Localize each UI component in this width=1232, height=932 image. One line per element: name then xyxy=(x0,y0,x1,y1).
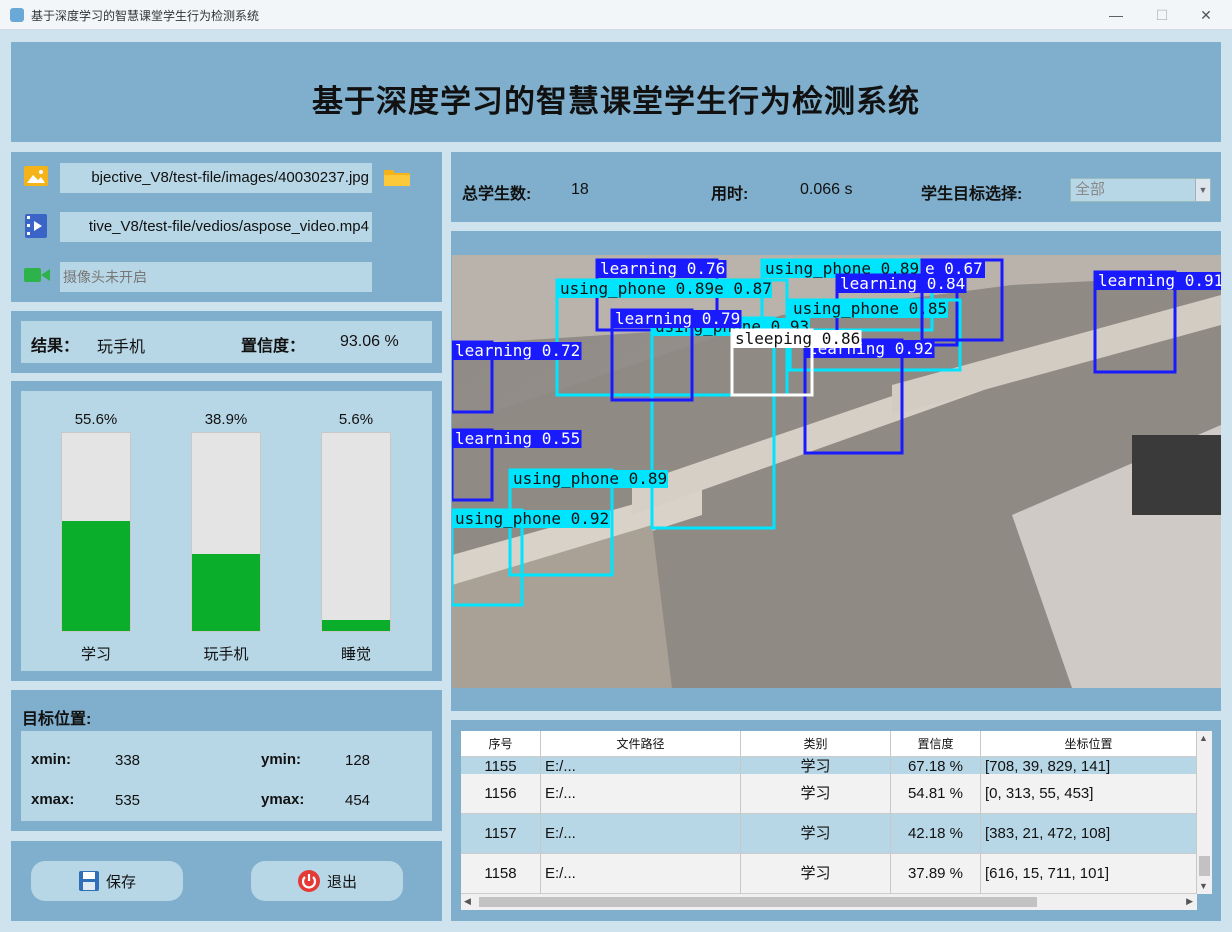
scroll-up-icon[interactable]: ▲ xyxy=(1199,733,1208,743)
result-value: 玩手机 xyxy=(97,339,146,356)
bar xyxy=(322,620,390,631)
target-select-value: 全部 xyxy=(1075,181,1106,198)
detection-label: learning 0.55 xyxy=(455,429,580,448)
bar-category-label: 玩手机 xyxy=(203,646,249,663)
table-vertical-scrollbar[interactable]: ▲ ▼ xyxy=(1197,731,1212,894)
detection-label: using_phone 0.89 xyxy=(513,469,667,488)
bar-value-label: 55.6% xyxy=(74,411,118,428)
detection-label: sleeping 0.86 xyxy=(735,329,860,348)
window-titlebar: 基于深度学习的智慧课堂学生行为检测系统 — ☐ ✕ xyxy=(0,0,1232,30)
confidence-value: 93.06 % xyxy=(340,333,399,350)
result-label: 结果： xyxy=(31,338,80,355)
total-students-value: 18 xyxy=(571,181,589,198)
detection-label: learning 0.76 xyxy=(600,259,725,278)
ymax-label: ymax: xyxy=(261,791,305,808)
total-students-label: 总学生数: xyxy=(462,186,532,203)
power-icon xyxy=(297,870,320,892)
xmin-value: 338 xyxy=(115,752,141,769)
detection-image: learning 0.76 using_phone 0.89 using_phone… xyxy=(452,255,1221,688)
detection-label: e 0.67 xyxy=(925,259,983,278)
table-header: 序号 文件路径 类别 置信度 坐标位置 xyxy=(461,731,1197,757)
position-title: 目标位置: xyxy=(22,711,92,728)
camera-icon[interactable] xyxy=(24,267,50,283)
window-title: 基于深度学习的智慧课堂学生行为检测系统 xyxy=(31,9,260,23)
xmin-label: xmin: xyxy=(31,751,72,768)
confidence-label: 置信度： xyxy=(241,338,306,355)
detection-label: using_phone 0.89e 0.87 xyxy=(560,279,772,298)
minimize-button[interactable]: — xyxy=(1103,5,1129,25)
header-path[interactable]: 文件路径 xyxy=(541,731,741,756)
ymin-value: 128 xyxy=(345,752,371,769)
bar-track xyxy=(321,432,391,632)
bar-category-label: 睡觉 xyxy=(340,646,371,663)
scroll-down-icon[interactable]: ▼ xyxy=(1199,881,1208,891)
target-select[interactable]: 全部 ▼ xyxy=(1070,178,1211,202)
bar-value-label: 5.6% xyxy=(338,411,374,428)
table-row[interactable]: 1158 E:/... 学习 37.89 % [616, 15, 711, 10… xyxy=(461,854,1197,894)
detection-label: learning 0.79 xyxy=(615,309,740,328)
time-label: 用时: xyxy=(711,186,749,203)
table-horizontal-scrollbar[interactable]: ◀ ▶ xyxy=(461,894,1197,910)
chevron-down-icon[interactable]: ▼ xyxy=(1195,179,1210,201)
ymax-value: 454 xyxy=(345,792,371,809)
table-row[interactable]: 1157 E:/... 学习 42.18 % [383, 21, 472, 10… xyxy=(461,814,1197,854)
bar-track xyxy=(61,432,131,632)
save-icon xyxy=(78,871,99,891)
save-button-label: 保存 xyxy=(105,873,136,891)
detection-label: using_phone 0.85 xyxy=(793,299,947,318)
bar-value-label: 38.9% xyxy=(204,411,248,428)
exit-button-label: 退出 xyxy=(326,873,357,891)
time-value: 0.066 s xyxy=(800,181,853,198)
folder-icon[interactable] xyxy=(383,167,411,187)
hscroll-thumb[interactable] xyxy=(479,897,1037,907)
image-file-icon[interactable] xyxy=(24,166,48,186)
target-select-label: 学生目标选择: xyxy=(921,186,1023,203)
ymin-label: ymin: xyxy=(261,751,302,768)
header-coords[interactable]: 坐标位置 xyxy=(981,731,1197,756)
camera-field[interactable]: 摄像头未开启 xyxy=(60,262,372,292)
save-button[interactable]: 保存 xyxy=(31,861,183,901)
xmax-label: xmax: xyxy=(31,791,75,808)
detection-label: using_phone 0.92 xyxy=(455,509,609,528)
image-path-field[interactable]: bjective_V8/test-file/images/40030237.jp… xyxy=(60,163,372,193)
maximize-button: ☐ xyxy=(1155,7,1169,23)
scroll-thumb[interactable] xyxy=(1199,856,1210,876)
video-path-field[interactable]: tive_V8/test-file/vedios/aspose_video.mp… xyxy=(60,212,372,242)
detection-box xyxy=(650,316,776,530)
results-table[interactable]: 1155 E:/... 学习 67.18 % [708, 39, 829, 14… xyxy=(461,731,1197,894)
header-class[interactable]: 类别 xyxy=(741,731,891,756)
scroll-right-icon[interactable]: ▶ xyxy=(1186,896,1193,907)
detection-label: learning 0.72 xyxy=(455,341,580,360)
scroll-left-icon[interactable]: ◀ xyxy=(464,896,471,907)
detection-label: learning 0.91 xyxy=(1098,271,1221,290)
bar-category-label: 学习 xyxy=(80,646,111,663)
close-button[interactable]: ✕ xyxy=(1193,5,1219,25)
exit-button[interactable]: 退出 xyxy=(251,861,403,901)
header-index[interactable]: 序号 xyxy=(461,731,541,756)
video-file-icon[interactable] xyxy=(25,214,47,238)
page-title: 基于深度学习的智慧课堂学生行为检测系统 xyxy=(312,84,920,119)
header-confidence[interactable]: 置信度 xyxy=(891,731,981,756)
table-row[interactable]: 1156 E:/... 学习 54.81 % [0, 313, 55, 453] xyxy=(461,774,1197,814)
bar xyxy=(192,554,260,631)
app-icon xyxy=(10,8,24,22)
bar xyxy=(62,521,130,631)
header-panel: 基于深度学习的智慧课堂学生行为检测系统 xyxy=(11,42,1221,142)
detection-overlay: learning 0.76 using_phone 0.89 using_phone… xyxy=(452,258,1221,607)
bar-track xyxy=(191,432,261,632)
xmax-value: 535 xyxy=(115,792,141,809)
